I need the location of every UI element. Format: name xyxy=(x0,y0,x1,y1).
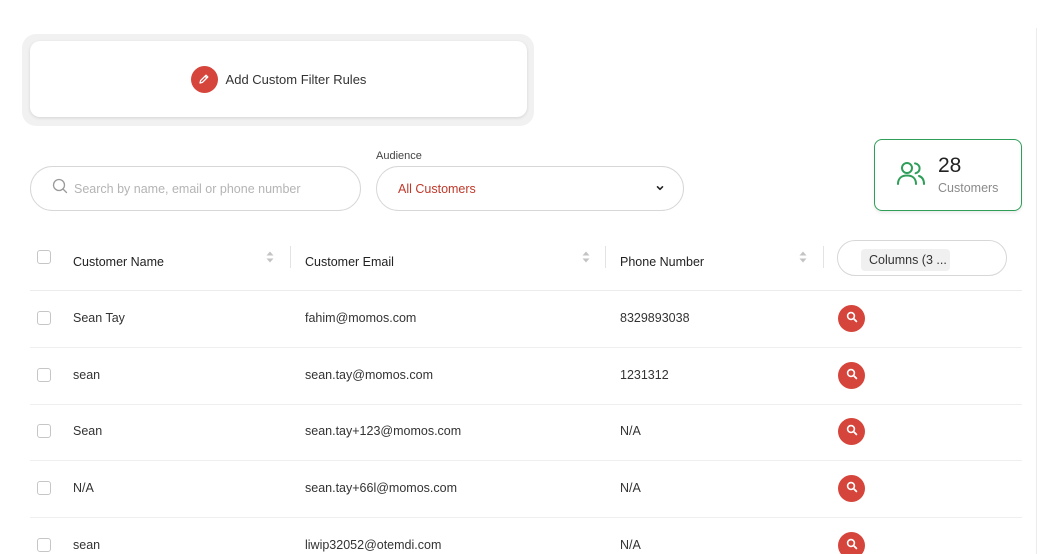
row-customer-email: fahim@momos.com xyxy=(305,311,417,325)
row-phone-number: 8329893038 xyxy=(620,311,690,325)
row-customer-name: sean xyxy=(73,368,101,382)
row-customer-email: liwip32052@otemdi.com xyxy=(305,538,442,552)
column-divider xyxy=(605,246,606,268)
search-icon xyxy=(52,178,68,199)
view-customer-button[interactable] xyxy=(838,362,865,389)
view-customer-button[interactable] xyxy=(838,305,865,332)
magnifier-icon xyxy=(846,537,858,554)
add-custom-filter-button[interactable]: Add Custom Filter Rules xyxy=(30,41,527,117)
columns-button-label: Columns (3 ... xyxy=(861,249,950,271)
search-box[interactable] xyxy=(30,166,361,211)
sort-icon[interactable] xyxy=(798,250,808,269)
row-customer-name: sean xyxy=(73,538,101,552)
row-checkbox[interactable] xyxy=(37,538,51,552)
table-row xyxy=(30,291,1022,348)
magnifier-icon xyxy=(846,423,858,441)
sort-icon[interactable] xyxy=(265,250,275,269)
customers-count-card: 28 Customers xyxy=(874,139,1022,211)
content-edge-divider xyxy=(1036,28,1037,554)
row-customer-name: Sean Tay xyxy=(73,311,125,325)
column-divider xyxy=(823,246,824,268)
magnifier-icon xyxy=(846,480,858,498)
magnifier-icon xyxy=(846,310,858,328)
row-phone-number: N/A xyxy=(620,481,641,495)
table-row xyxy=(30,404,1022,461)
customers-count-label: Customers xyxy=(938,181,999,195)
audience-selected-value: All Customers xyxy=(398,181,476,196)
column-header-phone[interactable]: Phone Number xyxy=(620,232,704,291)
row-checkbox[interactable] xyxy=(37,424,51,438)
chevron-down-icon xyxy=(655,180,665,198)
row-phone-number: 1231312 xyxy=(620,368,669,382)
pencil-icon xyxy=(190,65,218,93)
row-checkbox[interactable] xyxy=(37,368,51,382)
sort-icon[interactable] xyxy=(581,250,591,269)
row-checkbox[interactable] xyxy=(37,311,51,325)
view-customer-button[interactable] xyxy=(838,532,865,554)
row-customer-email: sean.tay@momos.com xyxy=(305,368,434,382)
row-customer-name: N/A xyxy=(73,481,94,495)
column-header-name[interactable]: Customer Name xyxy=(73,232,164,291)
audience-select[interactable]: All Customers xyxy=(376,166,684,211)
row-customer-email: sean.tay+66l@momos.com xyxy=(305,481,457,495)
search-input[interactable] xyxy=(74,181,334,196)
row-phone-number: N/A xyxy=(620,538,641,552)
row-customer-email: sean.tay+123@momos.com xyxy=(305,424,462,438)
magnifier-icon xyxy=(846,367,858,385)
row-checkbox[interactable] xyxy=(37,481,51,495)
column-header-email[interactable]: Customer Email xyxy=(305,232,394,291)
view-customer-button[interactable] xyxy=(838,475,865,502)
table-row xyxy=(30,461,1022,518)
audience-label: Audience xyxy=(376,150,422,162)
users-icon xyxy=(896,160,926,191)
select-all-checkbox[interactable] xyxy=(37,250,51,264)
add-custom-filter-label: Add Custom Filter Rules xyxy=(225,71,367,87)
columns-button[interactable]: Columns (3 ... xyxy=(837,240,1007,276)
customers-count: 28 xyxy=(938,154,962,177)
row-customer-name: Sean xyxy=(73,424,103,438)
column-divider xyxy=(290,246,291,268)
view-customer-button[interactable] xyxy=(838,418,865,445)
row-phone-number: N/A xyxy=(620,424,641,438)
table-row xyxy=(30,348,1022,405)
